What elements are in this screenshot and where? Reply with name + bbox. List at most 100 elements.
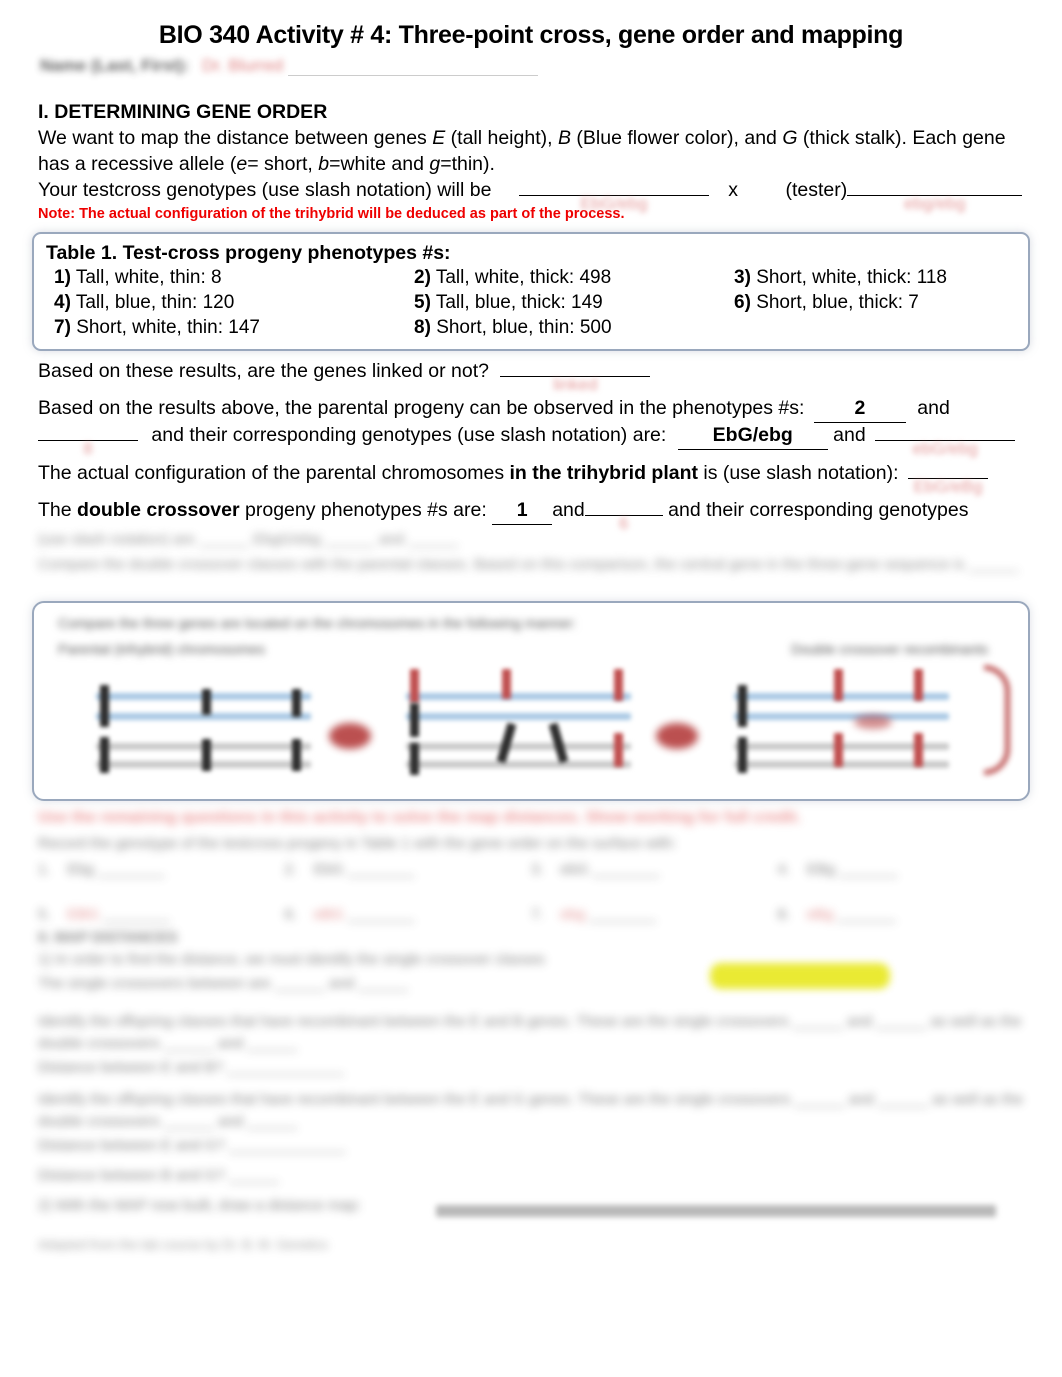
document-page: BIO 340 Activity # 4: Three-point cross,… bbox=[0, 0, 1062, 1377]
tester-label: (tester) bbox=[785, 179, 848, 202]
genotype-answer-1: EbG/ebg bbox=[712, 424, 793, 447]
entry-number: 6) bbox=[734, 292, 751, 314]
entry-phenotype: Tall, white, thin: 8 bbox=[75, 267, 222, 289]
parental-answer-blank-1[interactable]: 2 bbox=[813, 396, 906, 424]
gene-marker-red bbox=[914, 733, 923, 768]
redacted-final-line: 2) With the MAP now built, draw a distan… bbox=[38, 1197, 362, 1215]
table-row: 6) Short, blue, thick: 7 bbox=[734, 292, 1016, 314]
gene-marker bbox=[292, 739, 301, 772]
config-answer-blank[interactable]: EbG/eBg bbox=[907, 477, 988, 496]
genotype-answer-blank-2[interactable]: ebG/ebg bbox=[875, 439, 1016, 458]
linked-answer-blank[interactable]: linked bbox=[500, 375, 651, 394]
table-row: 3) Short, white, thick: 118 bbox=[734, 267, 1016, 289]
dco-answer-1: 1 bbox=[516, 499, 528, 522]
dco-text-pre: The bbox=[38, 499, 78, 522]
genotype-answer-2: ebG/ebg bbox=[912, 439, 978, 459]
gene-marker-red bbox=[502, 669, 511, 700]
redacted-map-question-2: Identify the offspring classes that have… bbox=[38, 1091, 1024, 1130]
entry-number: 8) bbox=[414, 317, 431, 339]
redacted-map-intro-block: 1) In order to find the distance, we mus… bbox=[38, 951, 1024, 1005]
page-title: BIO 340 Activity # 4: Three-point cross,… bbox=[158, 21, 904, 49]
double-crossover-question-line: The double crossover progeny phenotypes … bbox=[38, 498, 1024, 533]
intro-text-5: = short, bbox=[247, 153, 319, 176]
chromosome-bar-blue bbox=[406, 693, 631, 701]
redacted-map-answer-2: Distance between E and G? ______________ bbox=[38, 1137, 346, 1155]
redacted-block-lower: Use the remaining questions in this acti… bbox=[0, 809, 1062, 1259]
recombinant-highlight bbox=[854, 715, 892, 730]
parental-question-line-2: 8 and their corresponding genotypes (use… bbox=[38, 423, 1024, 458]
entry-phenotype: Tall, white, thick: 498 bbox=[435, 267, 612, 289]
intro-text-2: (tall height), bbox=[445, 127, 558, 150]
entry-number: 4) bbox=[54, 292, 71, 314]
table-row: 2) Tall, white, thick: 498 bbox=[414, 267, 734, 289]
crossover-marker-oval bbox=[329, 723, 371, 750]
intro-paragraph: We want to map the distance between gene… bbox=[38, 126, 1024, 178]
chromosome-bar-grey bbox=[406, 761, 631, 769]
gene-marker bbox=[738, 737, 747, 774]
redacted-credit-line: Adapted from the lab course by Dr. B. M.… bbox=[38, 1237, 328, 1253]
testcross-answer-2: ebg/ebg bbox=[904, 194, 966, 214]
intro-text-7: =thin). bbox=[440, 153, 495, 176]
gene-marker-red bbox=[410, 669, 419, 704]
name-field-row: Name (Last, First): Dr. Blurred bbox=[0, 56, 1062, 94]
diagram-caption-main: Compare the three genes are located on t… bbox=[58, 615, 577, 632]
redacted-map-line-2: The single crossovers between are ______… bbox=[38, 975, 409, 993]
entry-number: 1) bbox=[54, 267, 71, 289]
redacted-line-compare: Compare the double crossover classes wit… bbox=[38, 556, 1019, 574]
redacted-answer-cell: 5. EBG ________ bbox=[38, 906, 170, 924]
entry-number: 7) bbox=[54, 317, 71, 339]
config-text-post: is (use slash notation): bbox=[698, 462, 899, 485]
configuration-question-line: The actual configuration of the parental… bbox=[38, 461, 1024, 496]
redacted-red-instruction: Use the remaining questions in this acti… bbox=[38, 809, 801, 827]
dco-answer-blank-1[interactable]: 1 bbox=[492, 498, 553, 526]
testcross-blank-2[interactable]: ebg/ebg bbox=[847, 194, 1023, 213]
gene-g: G bbox=[782, 127, 798, 150]
crossover-marker-oval bbox=[656, 723, 698, 750]
entry-phenotype: Tall, blue, thick: 149 bbox=[435, 292, 603, 314]
name-field-answer: Dr. Blurred bbox=[201, 55, 284, 75]
testcross-cross-symbol: x bbox=[728, 179, 739, 202]
entry-phenotype: Short, blue, thick: 7 bbox=[756, 292, 919, 314]
dco-text-bold: double crossover bbox=[77, 499, 240, 522]
redacted-map-answer-1: Distance between E and B? ______________ bbox=[38, 1059, 345, 1077]
genotype-answer-blank-1[interactable]: EbG/ebg bbox=[677, 423, 828, 451]
allele-e: e bbox=[236, 153, 248, 176]
entry-phenotype: Short, blue, thin: 500 bbox=[436, 317, 612, 339]
gene-marker bbox=[410, 703, 419, 738]
allele-g: g bbox=[429, 153, 441, 176]
redacted-block-upper: (use slash notation) are ______ EbgG/ebg… bbox=[0, 531, 1062, 595]
allele-b: b bbox=[318, 153, 330, 176]
entry-phenotype: Tall, blue, thin: 120 bbox=[75, 292, 235, 314]
entry-number: 5) bbox=[414, 292, 431, 314]
dco-tail-text: and their corresponding genotypes bbox=[668, 499, 969, 522]
table-1-box: Table 1. Test-cross progeny phenotypes #… bbox=[32, 232, 1030, 352]
table-row: 5) Tall, blue, thick: 149 bbox=[414, 292, 734, 314]
redacted-answer-cell: 4. EBg _______ bbox=[777, 861, 898, 879]
name-field-rule bbox=[287, 62, 538, 76]
config-text-pre: The actual configuration of the parental… bbox=[38, 462, 510, 485]
gene-marker bbox=[100, 685, 109, 728]
parental-answer-blank-2[interactable]: 8 bbox=[38, 439, 138, 458]
entry-phenotype: Short, white, thin: 147 bbox=[76, 317, 260, 339]
table-1-caption: Table 1. Test-cross progeny phenotypes #… bbox=[46, 242, 451, 265]
table-row: 7) Short, white, thin: 147 bbox=[54, 317, 414, 339]
gene-marker-red bbox=[614, 669, 623, 702]
parental-question-line-1: Based on the results above, the parental… bbox=[38, 396, 1024, 424]
redacted-map-intro: 1) In order to find the distance, we mus… bbox=[38, 951, 545, 969]
entry-number: 3) bbox=[734, 267, 751, 289]
name-field-label: Name (Last, First): bbox=[40, 55, 190, 75]
chromosome-diagram-box: Compare the three genes are located on t… bbox=[32, 601, 1030, 802]
dco-text-post: progeny phenotypes #s are: bbox=[239, 499, 487, 522]
dco-answer-blank-2[interactable]: 6 bbox=[584, 514, 663, 533]
table-row-empty bbox=[734, 317, 1016, 339]
redacted-answer-cell: 7. ebg ________ bbox=[531, 906, 657, 924]
genotype-and: and bbox=[833, 424, 866, 447]
testcross-blank-1[interactable]: EbG/ebg bbox=[518, 194, 709, 213]
redacted-map-question-1: Identify the offspring classes that have… bbox=[38, 1013, 1022, 1052]
table-row: 8) Short, blue, thin: 500 bbox=[414, 317, 734, 339]
table-1-grid: 1) Tall, white, thin: 8 2) Tall, white, … bbox=[46, 267, 1016, 339]
recombinant-bracket bbox=[984, 665, 1010, 776]
redacted-final-line-block: 2) With the MAP now built, draw a distan… bbox=[38, 1197, 1024, 1231]
gene-marker-red bbox=[614, 733, 623, 768]
redacted-record-line: Record the genotype of the testcross pro… bbox=[38, 835, 677, 853]
